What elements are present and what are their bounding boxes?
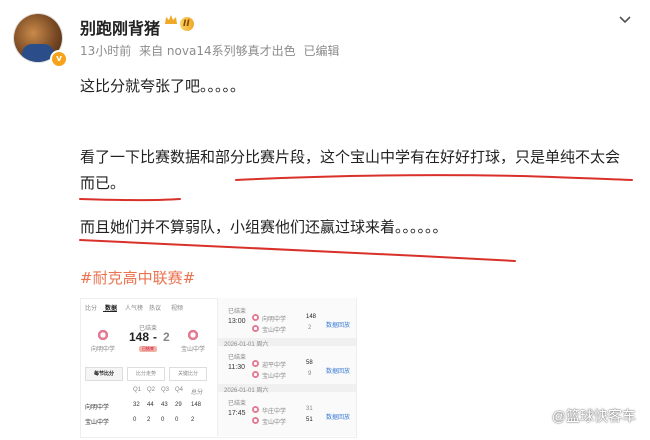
- row1-total: 148: [191, 402, 202, 408]
- row1-q4: 29: [175, 402, 182, 408]
- game2-home-logo-icon: [252, 360, 259, 367]
- row2-total: 2: [191, 417, 195, 423]
- status-pill: 已结束: [139, 346, 157, 352]
- row2-q2: 2: [147, 417, 151, 423]
- row1-q3: 43: [161, 402, 168, 408]
- game2-time: 11:30: [228, 364, 245, 371]
- col-q3: Q3: [161, 387, 170, 393]
- away-team-logo-icon: [187, 329, 199, 341]
- game1-away-score: 2: [308, 325, 312, 331]
- row2-team: 宝山中学: [85, 420, 110, 426]
- game1-away-logo-icon: [252, 325, 259, 332]
- score-away: 2: [163, 330, 170, 344]
- game1-time: 13:00: [228, 318, 246, 325]
- game3-away-logo-icon: [252, 417, 259, 424]
- image-2-schedule[interactable]: 已结束 13:00 向明中学 148 宝山中学 2 数据回放 2026-01-0…: [217, 298, 356, 436]
- game2-away-score: 9: [308, 371, 312, 377]
- game3-home: 华庄中学: [262, 409, 287, 415]
- col-q1: Q1: [133, 387, 142, 393]
- underline-stroke-1: [235, 174, 633, 181]
- game3-link: 数据回放: [326, 415, 351, 421]
- game1-away: 宝山中学: [262, 328, 287, 334]
- game3-date: 2026-01-01 周六: [224, 388, 269, 394]
- game2-date: 2026-01-01 周六: [224, 342, 269, 348]
- game2-away-logo-icon: [252, 371, 259, 378]
- col-total: 总分: [191, 390, 204, 396]
- game3-away: 宝山中学: [262, 420, 287, 426]
- game2-home-score: 58: [306, 360, 313, 366]
- hashtag-link[interactable]: #耐克高中联赛#: [80, 267, 195, 288]
- score-sep: -: [153, 330, 157, 344]
- game2-home: 迎平中学: [262, 363, 287, 369]
- score-home: 148: [129, 330, 150, 344]
- tab-video: 视频: [171, 306, 184, 312]
- col-q2: Q2: [147, 387, 156, 393]
- home-team-logo-icon: [97, 329, 109, 341]
- game2-link: 数据回放: [326, 369, 351, 375]
- watermark: @篮球快客车: [551, 408, 636, 424]
- game3-label: 已结束: [228, 401, 247, 407]
- game2-away: 宝山中学: [262, 374, 287, 380]
- row2-q4: 0: [175, 417, 179, 423]
- game1-label: 已结束: [228, 309, 247, 315]
- row2-q3: 0: [161, 417, 165, 423]
- game1-home-score: 148: [306, 314, 317, 320]
- game3-home-score: 31: [306, 406, 313, 412]
- game3-home-logo-icon: [252, 406, 259, 413]
- segment-key: 关键比分: [169, 367, 207, 381]
- row1-team: 向明中学: [85, 405, 110, 411]
- underline-stroke-3: [79, 239, 516, 262]
- game3-away-score: 51: [306, 417, 313, 423]
- tab-popularity: 人气榜: [125, 306, 144, 312]
- game1-home: 向明中学: [262, 317, 287, 323]
- row1-q2: 44: [147, 402, 154, 408]
- segment-trend: 比分走势: [127, 367, 165, 381]
- row1-q1: 32: [133, 402, 140, 408]
- game1-home-logo-icon: [252, 314, 259, 321]
- tab-score: 比分: [85, 306, 98, 312]
- away-team-name: 宝山中学: [181, 347, 206, 353]
- col-q4: Q4: [175, 387, 184, 393]
- segment-quarter: 每节比分: [85, 367, 123, 381]
- tab-discussion: 热议: [149, 306, 162, 312]
- row2-q1: 0: [133, 417, 137, 423]
- game1-link: 数据回放: [326, 323, 351, 329]
- game3-time: 17:45: [228, 410, 246, 417]
- underline-stroke-2: [79, 198, 181, 202]
- game2-label: 已结束: [228, 355, 247, 361]
- home-team-name: 向明中学: [91, 347, 116, 353]
